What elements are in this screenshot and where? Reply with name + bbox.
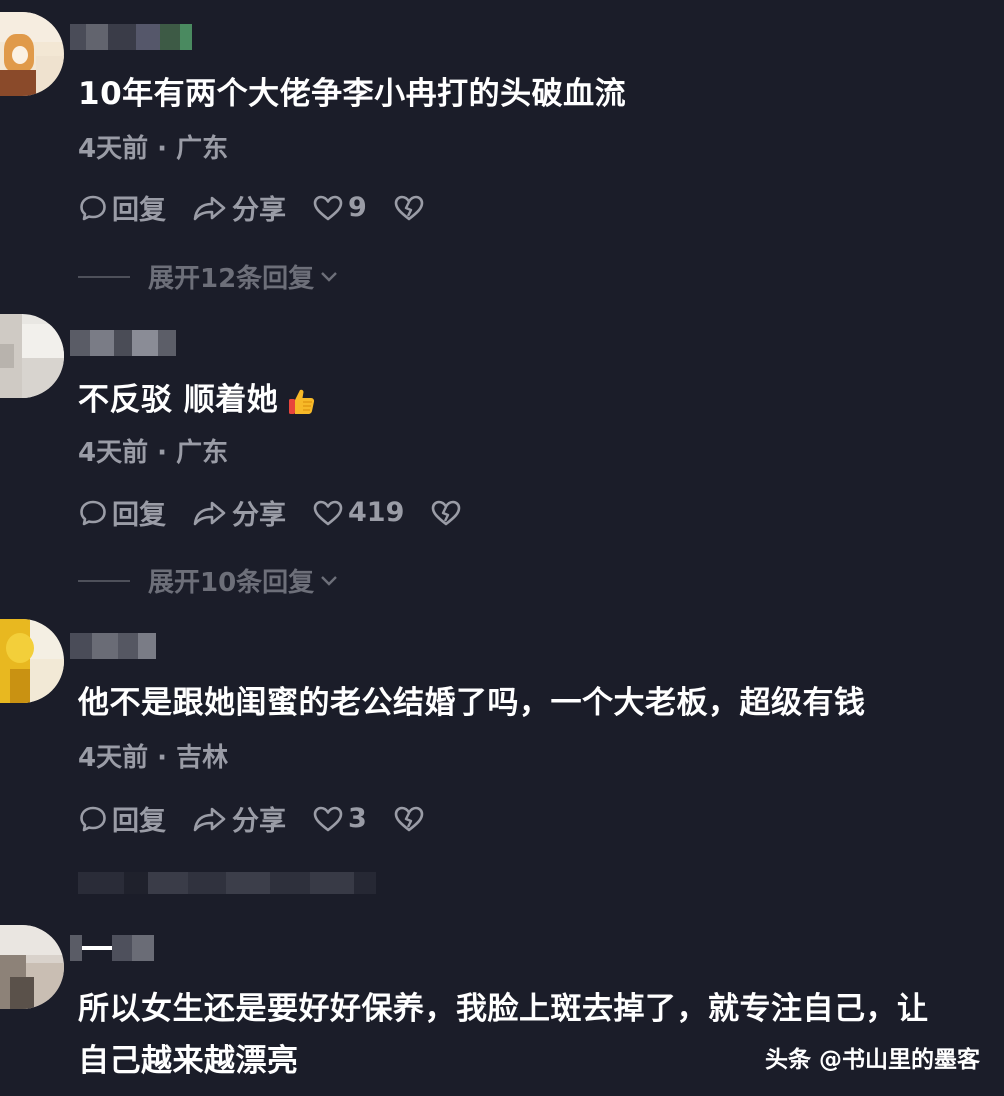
expand-label: 展开12条回复 [148,264,315,294]
share-label: 分享 [232,195,286,226]
like-count: 419 [348,497,405,528]
avatar[interactable] [0,314,64,398]
heart-icon [313,500,343,525]
share-label: 分享 [232,806,286,837]
comment-text: 不反驳 顺着她 [78,374,318,426]
share-label: 分享 [232,500,286,531]
comment-text: 10年有两个大佬争李小冉打的头破血流 [78,76,627,112]
reply-button[interactable]: 回复 [78,188,166,227]
source-watermark: 头条 @书山里的墨客 [764,1047,980,1073]
comment-meta: 4天前 · 吉林 [78,743,229,773]
broken-heart-icon [394,806,424,831]
comment-item: 他不是跟她闺蜜的老公结婚了吗，一个大老板，超级有钱 4天前 · 吉林 回复 分享… [0,605,1004,915]
share-arrow-icon [193,196,226,220]
comment-bubble-icon [80,806,106,831]
divider [78,275,130,278]
comment-item: 不反驳 顺着她 4天前 · 广东 回复 分享 419 展开10条回复 [0,300,1004,605]
dislike-button[interactable] [393,193,425,223]
dislike-button[interactable] [430,498,462,528]
like-count: 9 [348,192,367,223]
reply-button[interactable]: 回复 [78,799,166,838]
share-button[interactable]: 分享 [192,188,286,227]
comment-actions: 回复 分享 9 [78,188,425,227]
like-button[interactable]: 9 [312,192,367,223]
username-blurred[interactable] [70,633,156,659]
like-button[interactable]: 3 [312,803,367,834]
reply-label: 回复 [112,195,166,226]
chevron-down-icon [321,575,338,586]
like-count: 3 [348,803,367,834]
avatar[interactable] [0,925,64,1009]
like-button[interactable]: 419 [312,497,404,528]
comment-meta: 4天前 · 广东 [78,134,229,164]
username-blurred[interactable] [70,24,192,50]
broken-heart-icon [394,195,424,220]
comment-text-line-1: 所以女生还是要好好保养，我脸上斑去掉了，就专注自己，让 [78,991,929,1027]
reply-label: 回复 [112,806,166,837]
comment-actions: 回复 分享 419 [78,493,462,532]
heart-icon [313,806,343,831]
broken-heart-icon [432,500,461,525]
username-blurred[interactable] [70,935,154,961]
avatar[interactable] [0,619,64,703]
username-blurred[interactable] [70,330,176,356]
comment-text-line-2: 自己越来越漂亮 [78,1043,299,1079]
expand-replies-button[interactable]: 展开12条回复 [78,258,340,295]
comment-bubble-icon [80,195,106,220]
divider [78,579,130,582]
dislike-button[interactable] [393,804,425,834]
chevron-down-icon [321,271,338,282]
comment-meta: 4天前 · 广东 [78,438,229,468]
heart-icon [313,195,343,220]
comment-item: 10年有两个大佬争李小冉打的头破血流 4天前 · 广东 回复 分享 9 展开12… [0,0,1004,300]
comment-bubble-icon [80,500,106,525]
share-button[interactable]: 分享 [192,493,286,532]
share-arrow-icon [193,501,226,525]
share-button[interactable]: 分享 [192,799,286,838]
expand-replies-button[interactable]: 展开10条回复 [78,562,340,599]
expand-label: 展开10条回复 [148,568,315,598]
thumbs-up-emoji-icon [289,389,315,414]
avatar[interactable] [0,12,64,96]
reply-button[interactable]: 回复 [78,493,166,532]
comment-actions: 回复 分享 3 [78,799,425,838]
comment-text-content: 不反驳 顺着她 [78,382,279,418]
share-arrow-icon [193,807,226,831]
reply-label: 回复 [112,500,166,531]
comment-text: 他不是跟她闺蜜的老公结婚了吗，一个大老板，超级有钱 [78,685,866,721]
expand-replies-blurred[interactable] [78,870,376,896]
